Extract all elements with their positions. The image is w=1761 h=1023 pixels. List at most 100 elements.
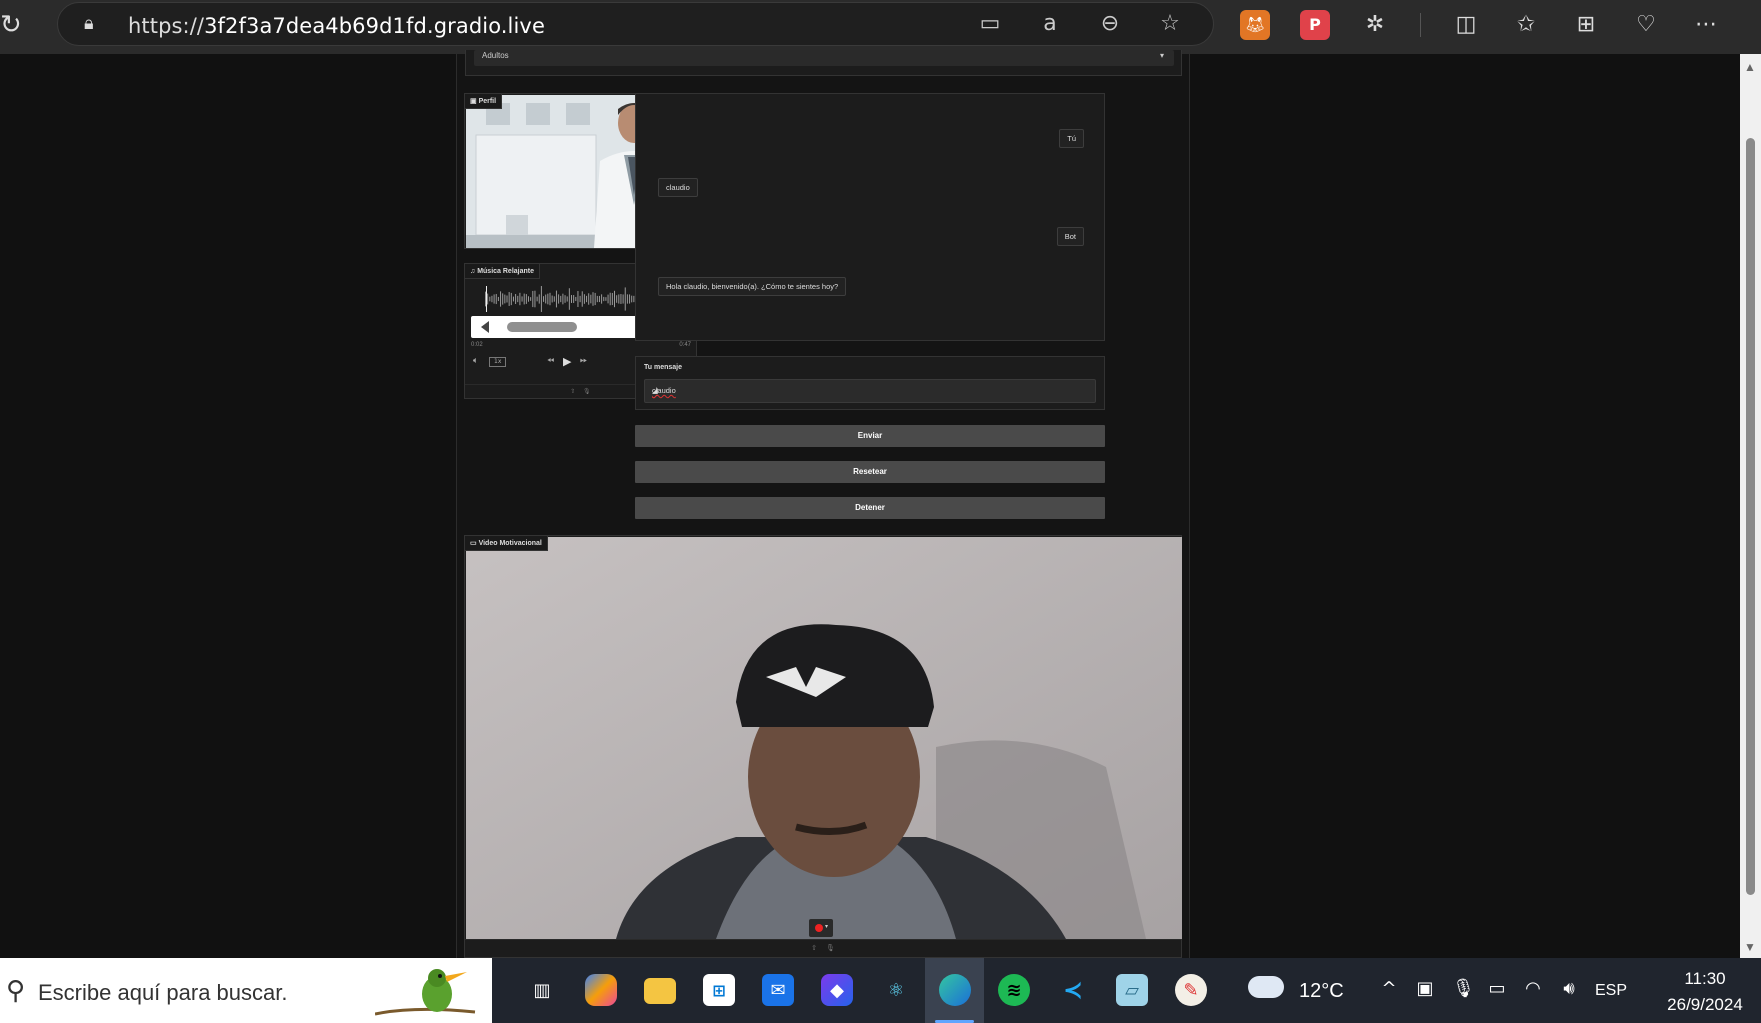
speaker-icon[interactable]: 🔊︎ xyxy=(1560,978,1578,999)
waveform-bar xyxy=(512,296,514,302)
split-screen-icon[interactable]: ◫ xyxy=(1451,10,1481,40)
mail-icon[interactable]: ✉ xyxy=(748,958,807,1023)
waveform-bar xyxy=(592,292,594,306)
search-icon: ⚲ xyxy=(6,976,26,1006)
playback-speed-button[interactable]: 1x xyxy=(489,357,507,367)
reset-button[interactable]: Resetear xyxy=(635,461,1105,483)
vscode-icon[interactable]: ≺ xyxy=(1043,958,1102,1023)
paint-icon[interactable]: ✎ xyxy=(1161,958,1220,1023)
waveform-bar xyxy=(534,290,536,308)
bing-copilot-icon[interactable]: ◆ xyxy=(807,958,866,1023)
waveform-bar xyxy=(489,296,491,302)
meet-now-icon[interactable]: ▣ xyxy=(1416,978,1434,999)
waveform-bar xyxy=(485,291,486,307)
address-bar[interactable]: 🔒︎ https://3f2f3a7dea4b69d1fd.gradio.liv… xyxy=(57,2,1214,46)
waveform-bar xyxy=(558,294,560,304)
waveform-bar xyxy=(581,291,583,307)
waveform-bar xyxy=(586,295,588,303)
red-extension-icon[interactable]: P xyxy=(1300,10,1330,40)
upload-icon[interactable]: ⇧ xyxy=(570,388,575,395)
more-menu-icon[interactable]: ⋯ xyxy=(1691,10,1721,40)
age-group-value: Adultos xyxy=(482,51,509,60)
spotify-icon[interactable]: ≋ xyxy=(984,958,1043,1023)
bot-message: Hola claudio, bienvenido(a). ¿Cómo te si… xyxy=(658,277,847,296)
image-icon: ▣ xyxy=(470,98,479,105)
search-highlight-bird-icon[interactable] xyxy=(375,966,485,1021)
volume-icon[interactable]: 🔈︎ xyxy=(473,356,478,366)
toolbar-separator xyxy=(1420,13,1421,37)
waveform-bar xyxy=(588,293,590,305)
waveform-bar xyxy=(571,295,572,303)
waveform-bar xyxy=(495,293,497,305)
send-button[interactable]: Enviar xyxy=(635,425,1105,447)
file-explorer-icon[interactable] xyxy=(630,958,689,1023)
user-role-tag: Tú xyxy=(1059,129,1084,148)
page-scroll-thumb[interactable] xyxy=(1746,138,1755,895)
webcam-source-icon[interactable]: 🎙︎ xyxy=(826,944,835,952)
waveform-bar xyxy=(594,292,596,306)
edge-browser-icon[interactable] xyxy=(925,958,984,1023)
play-icon[interactable]: ▶ xyxy=(563,355,571,368)
windows-taskbar: ⚲ Escribe aquí para buscar. ▥ ⊞ ✉ ◆ ⚛ ≋ … xyxy=(0,958,1761,1023)
waveform-bar xyxy=(508,292,510,306)
metamask-extension-icon[interactable]: 🦊︎ xyxy=(1240,10,1270,40)
browser-essentials-icon[interactable]: ♡ xyxy=(1631,10,1661,40)
resize-handle-icon[interactable]: ◢ xyxy=(652,386,1093,400)
chatbot-panel: Tú claudio Bot Hola claudio, bienvenido(… xyxy=(635,93,1105,341)
weather-temperature[interactable]: 12°C xyxy=(1299,980,1344,1003)
waveform-bar xyxy=(564,295,566,303)
notes-app-icon[interactable]: ▱ xyxy=(1102,958,1161,1023)
waveform-bar xyxy=(562,293,564,305)
reload-icon[interactable]: ↻ xyxy=(0,10,30,40)
task-view-icon[interactable]: ▥ xyxy=(512,958,571,1023)
waveform-bar xyxy=(629,294,631,304)
lock-icon[interactable]: 🔒︎ xyxy=(84,13,106,35)
microphone-icon[interactable]: 🎙︎ xyxy=(1452,978,1475,999)
total-time: 0:47 xyxy=(679,342,691,348)
stop-button[interactable]: Detener xyxy=(635,497,1105,519)
video-camera-icon[interactable]: ▭ xyxy=(977,11,1003,36)
age-group-dropdown[interactable]: Adultos ▾ xyxy=(474,50,1174,66)
taskbar-search[interactable]: ⚲ Escribe aquí para buscar. xyxy=(0,958,492,1023)
url-text[interactable]: https://3f2f3a7dea4b69d1fd.gradio.live xyxy=(128,14,545,38)
record-button[interactable]: ▾ xyxy=(809,919,833,937)
waveform-bar xyxy=(560,295,562,303)
age-group-block: Adultos ▾ xyxy=(465,50,1182,76)
collections-icon[interactable]: ⊞ xyxy=(1571,10,1601,40)
waveform-bar xyxy=(624,287,626,311)
system-clock[interactable]: 11:30 26/9/2024 xyxy=(1645,966,1761,1018)
copilot-icon[interactable] xyxy=(571,958,630,1023)
waveform-scroll-thumb[interactable] xyxy=(507,322,577,332)
cloud-weather-icon[interactable] xyxy=(1248,976,1284,998)
translate-icon[interactable]: a xyxy=(1037,11,1063,36)
profile-label: ▣ Perfil xyxy=(465,94,503,109)
microphone-icon[interactable]: 🎙︎ xyxy=(583,388,591,395)
message-input[interactable]: claudio ◢ xyxy=(644,379,1096,403)
gradio-container: Adultos ▾ ▣ Perfil ♫ Música Relajante 0:… xyxy=(456,50,1190,958)
fast-forward-icon[interactable]: ⏩︎ xyxy=(580,356,587,366)
favorites-icon[interactable]: ✩ xyxy=(1511,10,1541,40)
scroll-left-arrow-icon[interactable] xyxy=(481,321,489,333)
scroll-down-arrow-icon[interactable]: ▼ xyxy=(1744,940,1756,954)
chevron-up-icon[interactable]: ^ xyxy=(1380,978,1398,999)
waveform-bar xyxy=(502,293,504,305)
battery-icon[interactable]: ▭ xyxy=(1488,978,1506,999)
playhead-cursor[interactable] xyxy=(486,286,487,312)
zoom-out-icon[interactable]: ⊖ xyxy=(1097,11,1123,36)
page-scrollbar[interactable]: ▲ ▼ xyxy=(1740,54,1761,958)
chevron-down-icon: ▾ xyxy=(825,924,829,930)
microsoft-store-icon[interactable]: ⊞ xyxy=(689,958,748,1023)
input-language[interactable]: ESP xyxy=(1595,982,1627,1000)
favorite-star-icon[interactable]: ☆ xyxy=(1157,11,1183,36)
video-panel: ▾ ▭ Video Motivacional ⇧ 🎙︎ xyxy=(464,535,1182,958)
react-app-icon[interactable]: ⚛ xyxy=(866,958,925,1023)
waveform-bar xyxy=(493,294,495,304)
wifi-icon[interactable]: ◠ xyxy=(1524,978,1542,999)
rewind-icon[interactable]: ⏪︎ xyxy=(547,356,554,366)
scroll-up-arrow-icon[interactable]: ▲ xyxy=(1744,60,1756,74)
upload-icon[interactable]: ⇧ xyxy=(811,944,817,952)
message-panel: Tu mensaje claudio ◢ xyxy=(635,356,1105,410)
waveform-bar xyxy=(583,294,585,304)
waveform-bar xyxy=(521,296,523,302)
extensions-puzzle-icon[interactable]: ✲ xyxy=(1360,10,1390,40)
